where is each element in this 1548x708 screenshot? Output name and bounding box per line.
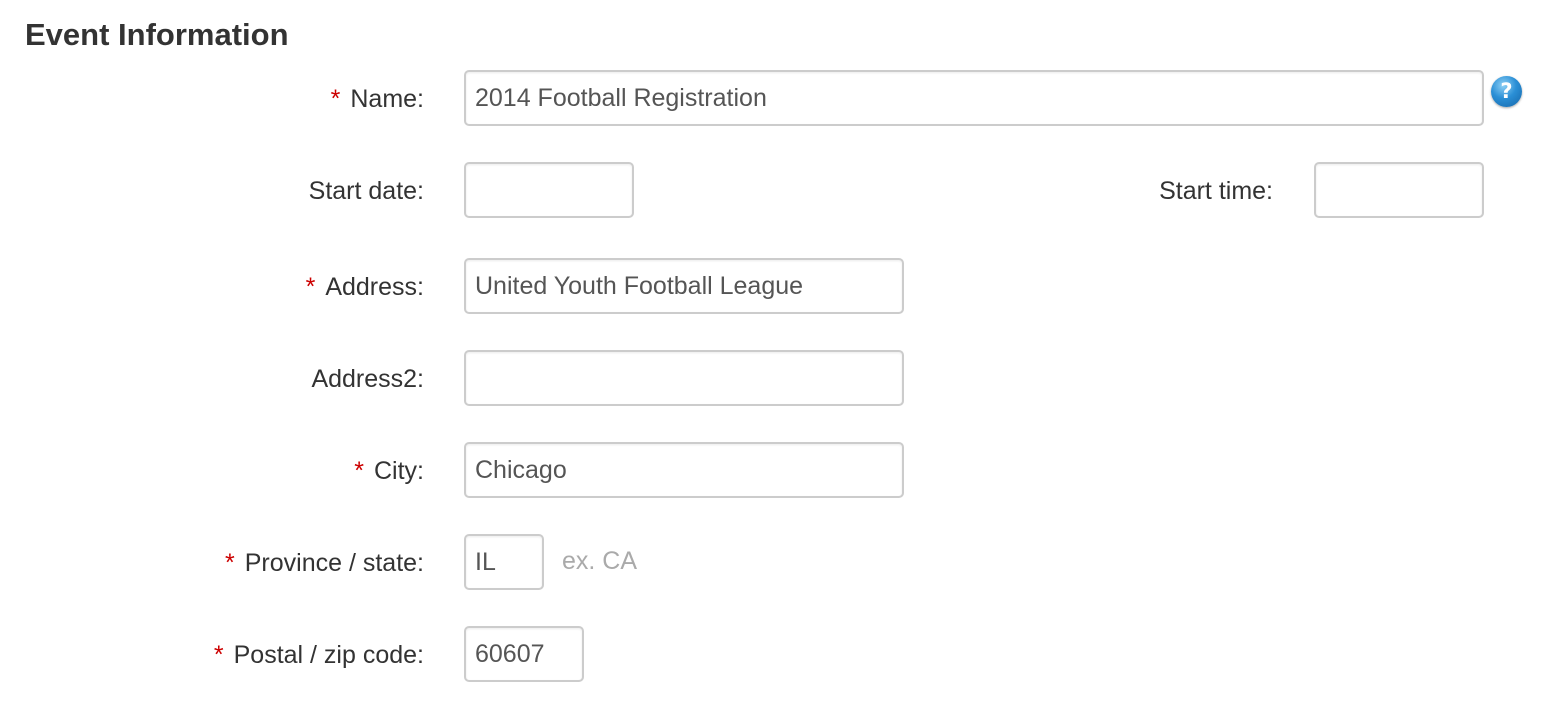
province-state-input[interactable] (464, 534, 544, 590)
start-date-label: Start date: (309, 176, 424, 206)
postal-code-label: * Postal / zip code: (214, 640, 424, 670)
required-marker: * (305, 273, 316, 301)
start-time-label: Start time: (1159, 176, 1273, 206)
required-marker: * (354, 457, 364, 485)
address2-label-text: Address2: (311, 365, 424, 393)
address-label-text: Address: (325, 273, 424, 301)
start-date-input[interactable] (464, 162, 634, 218)
province-state-label-text: Province / state: (244, 549, 424, 577)
start-date-label-text: Start date: (308, 177, 424, 205)
postal-code-label-text: Postal / zip code: (233, 641, 424, 669)
address-input[interactable] (464, 258, 904, 314)
address-label: * Address: (306, 272, 424, 302)
province-state-label: * Province / state: (225, 548, 424, 578)
name-label-text: Name: (350, 85, 424, 113)
event-information-form: Event Information * Name: ? Start date: S… (0, 0, 1548, 708)
start-time-label-text: Start time: (1159, 177, 1273, 205)
required-marker: * (225, 549, 235, 577)
city-label: * City: (354, 456, 424, 486)
required-marker: * (330, 85, 341, 113)
address2-label: Address2: (311, 364, 424, 394)
name-input[interactable] (464, 70, 1484, 126)
name-label: * Name: (331, 84, 424, 114)
section-title: Event Information (25, 17, 289, 52)
required-marker: * (213, 641, 224, 669)
city-input[interactable] (464, 442, 904, 498)
province-state-hint: ex. CA (562, 547, 638, 575)
address2-input[interactable] (464, 350, 904, 406)
help-icon[interactable]: ? (1491, 76, 1522, 107)
start-time-input[interactable] (1314, 162, 1484, 218)
postal-code-input[interactable] (464, 626, 584, 682)
city-label-text: City: (374, 457, 424, 485)
